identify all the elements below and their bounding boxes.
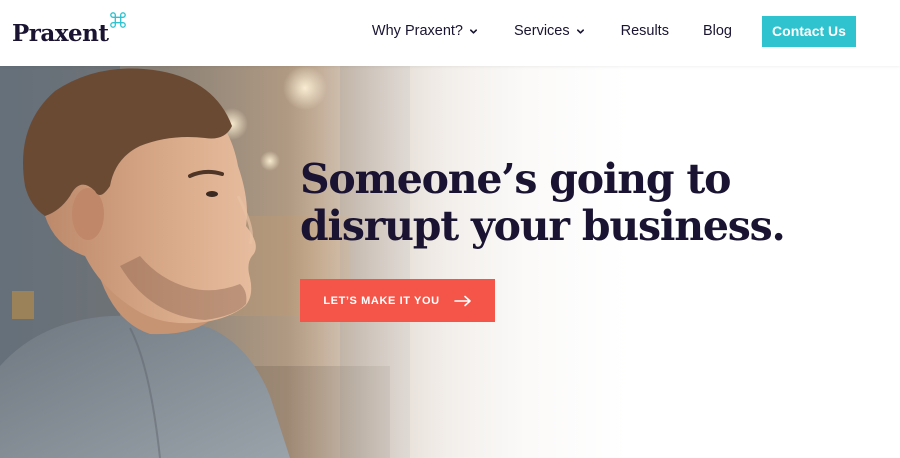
nav-why-praxent[interactable]: Why Praxent?: [372, 23, 478, 39]
nav-why-praxent-label: Why Praxent?: [371, 23, 463, 39]
nav-services-label: Services: [514, 23, 570, 39]
hero-headline-line-2: disrupt your business.: [300, 202, 786, 250]
arrow-right-icon: [453, 295, 471, 306]
logo-wordmark: Praxent: [12, 20, 109, 47]
logo-link[interactable]: Praxent: [12, 11, 127, 51]
site-header: Praxent Why Praxent? Services Results Bl…: [0, 0, 900, 66]
cta-label: LET’S MAKE IT YOU: [323, 294, 440, 307]
nav-results-label: Results: [620, 23, 669, 39]
chevron-down-icon: [576, 28, 584, 34]
nav-blog[interactable]: Blog: [703, 23, 732, 39]
nav-blog-label: Blog: [702, 23, 732, 39]
hero-headline-line-1: Someone’s going to: [300, 155, 732, 203]
command-symbol-icon: [109, 12, 126, 28]
lets-make-it-you-button[interactable]: LET’S MAKE IT YOU: [300, 279, 495, 322]
chevron-down-icon: [469, 28, 478, 34]
contact-us-button[interactable]: Contact Us: [762, 15, 856, 47]
main-nav: Why Praxent? Services Results Blog Conta…: [372, 0, 856, 62]
hero-headline: Someone’s going to disrupt your business…: [300, 156, 860, 250]
page: Praxent Why Praxent? Services Results Bl…: [0, 0, 900, 458]
hero-section: Someone’s going to disrupt your business…: [0, 66, 900, 458]
nav-services[interactable]: Services: [514, 23, 585, 39]
hero-white-fade-overlay: [0, 66, 900, 458]
nav-results[interactable]: Results: [621, 23, 669, 39]
